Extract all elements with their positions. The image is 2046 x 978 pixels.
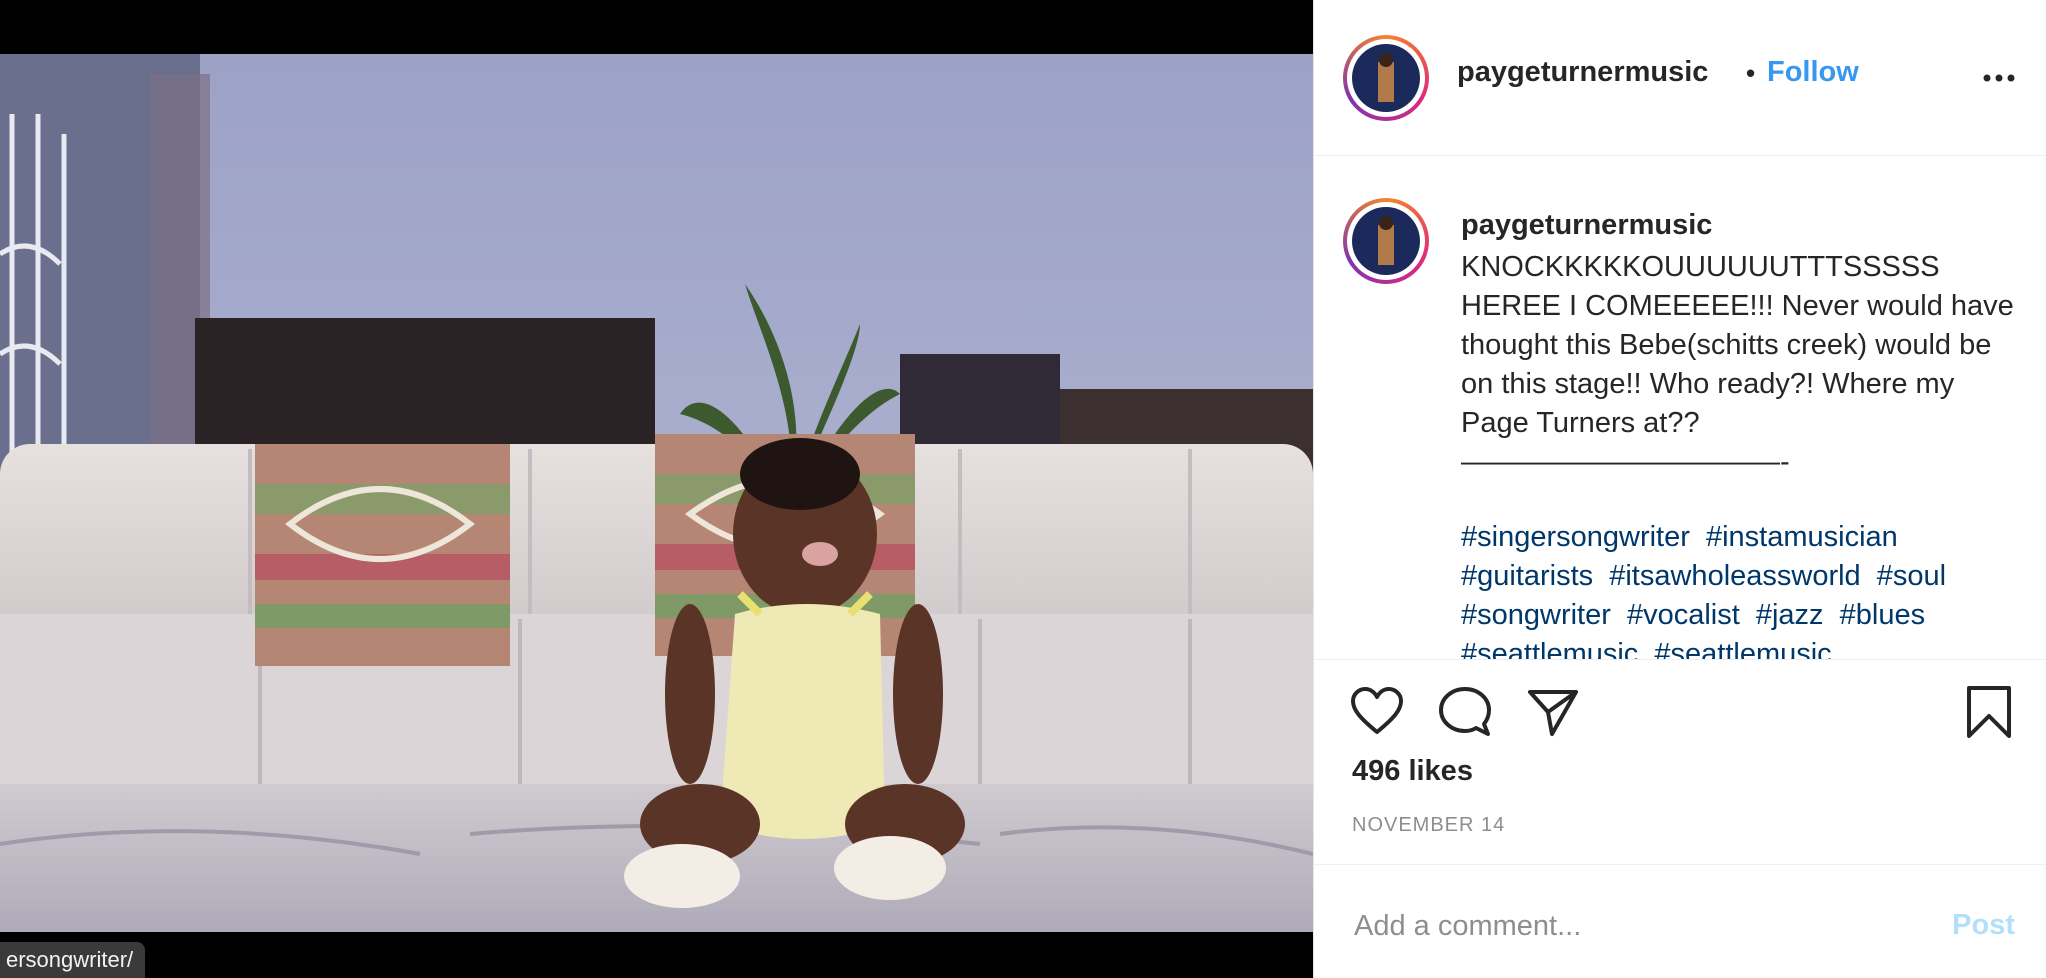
comment-bar: Post: [1314, 864, 2046, 978]
heart-icon[interactable]: [1350, 686, 1404, 741]
hashtag-link[interactable]: #instamusician: [1706, 521, 1898, 553]
follow-button[interactable]: Follow: [1767, 56, 1859, 89]
action-bar: [1314, 660, 2046, 740]
more-options-icon[interactable]: [1982, 58, 2016, 92]
hashtag-link[interactable]: #vocalist: [1627, 599, 1740, 631]
comment-bubble-icon[interactable]: [1438, 686, 1492, 743]
avatar-image: [1352, 207, 1420, 275]
post-photo: [0, 54, 1313, 932]
hashtag-link[interactable]: #songwriter: [1461, 599, 1611, 631]
hashtag-link[interactable]: #seattlemusic: [1461, 638, 1638, 659]
hashtag-link[interactable]: #soul: [1877, 560, 1946, 592]
comment-input[interactable]: [1352, 905, 1896, 947]
hashtag-list: #singersongwriter #instamusician #guitar…: [1461, 518, 2021, 659]
hashtag-link[interactable]: #itsawholeassworld: [1609, 560, 1860, 592]
avatar[interactable]: [1343, 198, 1429, 284]
post-comment-button[interactable]: Post: [1952, 909, 2015, 942]
avatar-image: [1352, 44, 1420, 112]
hashtag-link[interactable]: #blues: [1840, 599, 1925, 631]
hashtag-link[interactable]: #jazz: [1756, 599, 1824, 631]
separator-dot: •: [1746, 58, 1756, 88]
post-date: NOVEMBER 14: [1352, 814, 1506, 836]
hashtag-link[interactable]: #guitarists: [1461, 560, 1593, 592]
likes-count[interactable]: 496 likes: [1352, 755, 1473, 788]
bookmark-icon[interactable]: [1964, 684, 2014, 745]
caption-text: KNOCKKKKKOUUUUUUTTTSSSSS HEREE I COMEEEE…: [1461, 251, 2014, 478]
url-tooltip: ersongwriter/: [0, 942, 146, 978]
paper-plane-icon[interactable]: [1526, 686, 1580, 743]
hashtag-link[interactable]: #singersongwriter: [1461, 521, 1690, 553]
post-side-panel: paygeturnermusic • Follow paygeturnermus…: [1313, 0, 2046, 978]
post-header: paygeturnermusic • Follow: [1314, 0, 2046, 156]
header-username[interactable]: paygeturnermusic: [1457, 56, 1708, 89]
caption-section: paygeturnermusic KNOCKKKKKOUUUUUUTTTSSSS…: [1314, 156, 2046, 660]
post-media: ersongwriter/: [0, 0, 1313, 978]
hashtag-link[interactable]: #seattlemusic: [1654, 638, 1831, 659]
caption-username[interactable]: paygeturnermusic: [1461, 209, 1712, 242]
avatar[interactable]: [1343, 35, 1429, 121]
